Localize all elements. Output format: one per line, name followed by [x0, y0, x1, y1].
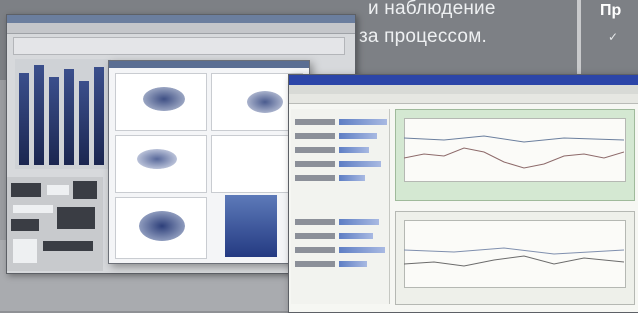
- gauge-bar: [79, 81, 89, 165]
- parameter-label: [295, 147, 335, 153]
- parameter-list-panel: [291, 109, 390, 304]
- window-header-panel: [13, 37, 345, 55]
- trend-panel-upper: [395, 109, 635, 201]
- surface-plot-block: [225, 195, 277, 257]
- parameter-mini-chart: [339, 233, 373, 239]
- trend-line: [404, 247, 624, 267]
- surface-plot-blob: [143, 87, 185, 111]
- process-block: [43, 241, 93, 251]
- parameter-mini-chart: [339, 119, 387, 125]
- parameter-label: [295, 219, 335, 225]
- parameter-label: [295, 119, 335, 125]
- gauge-bar: [34, 65, 44, 165]
- caption-line-1: и наблюдение: [368, 0, 496, 19]
- surface-plot-blob: [137, 149, 177, 169]
- parameter-label: [295, 261, 335, 267]
- gauge-bar: [49, 77, 59, 165]
- vertical-divider: [577, 0, 581, 74]
- surface-plot-blob: [139, 211, 185, 241]
- parameter-mini-chart: [339, 219, 379, 225]
- process-block-panel: [7, 177, 103, 271]
- gauge-bar: [19, 73, 29, 165]
- parameter-mini-chart: [339, 147, 369, 153]
- parameter-label: [295, 247, 335, 253]
- caption-line-2: за процессом.: [359, 26, 487, 47]
- checkmark-icon: ✓: [608, 30, 619, 44]
- gauge-bar: [94, 67, 104, 165]
- trend-panel-lower: [395, 211, 635, 305]
- parameter-label: [295, 133, 335, 139]
- window-menubar: [289, 85, 638, 94]
- parameter-label: [295, 175, 335, 181]
- parameter-mini-chart: [339, 133, 377, 139]
- process-block: [13, 239, 37, 263]
- parameter-mini-chart: [339, 175, 365, 181]
- process-block: [11, 219, 39, 231]
- parameter-mini-chart: [339, 247, 385, 253]
- process-block: [57, 207, 95, 229]
- side-heading: Пр: [600, 2, 622, 19]
- window-titlebar: [289, 75, 638, 85]
- window-titlebar: [109, 61, 309, 68]
- bar-gauge-panel: [15, 59, 111, 169]
- surface-plot-blob: [247, 91, 283, 113]
- gauge-bar: [64, 69, 74, 165]
- window-toolbar: [289, 94, 638, 104]
- window-toolbar: [7, 23, 355, 34]
- parameter-mini-chart: [339, 261, 367, 267]
- parameter-label: [295, 233, 335, 239]
- screenshot-window-front: [288, 74, 638, 313]
- process-block: [13, 205, 53, 213]
- process-block: [47, 185, 69, 195]
- trend-line: [404, 135, 624, 169]
- screenshot-window-middle: [108, 60, 310, 264]
- window-titlebar: [7, 15, 355, 23]
- process-block: [73, 181, 97, 199]
- process-block: [11, 183, 41, 197]
- parameter-mini-chart: [339, 161, 381, 167]
- parameter-label: [295, 161, 335, 167]
